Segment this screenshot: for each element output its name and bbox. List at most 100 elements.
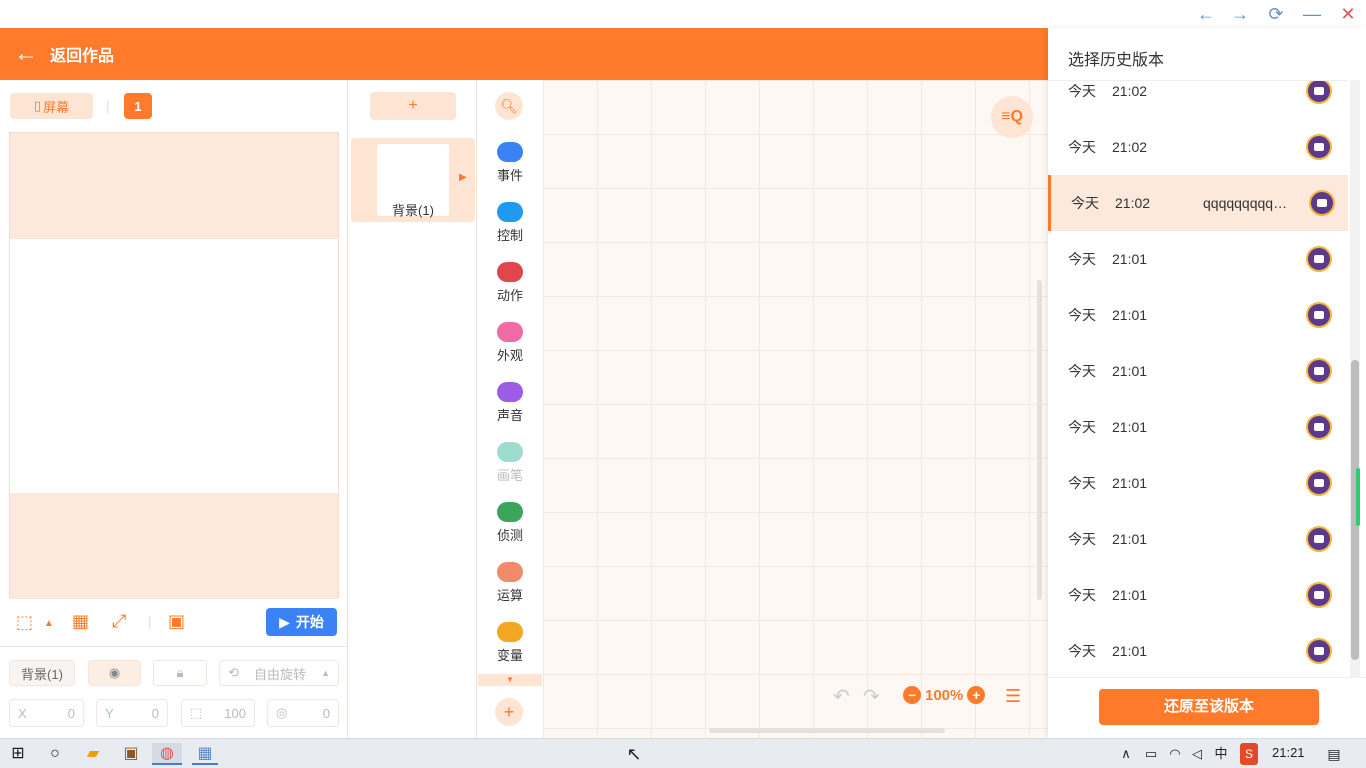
avatar xyxy=(1306,582,1332,608)
scroll-indicator xyxy=(1356,468,1360,526)
history-scrollbar[interactable] xyxy=(1350,80,1360,677)
undo-icon[interactable]: ↶ xyxy=(833,684,850,709)
zoom-controls: − 100% + xyxy=(903,686,986,704)
y-field[interactable]: Y 0 xyxy=(96,699,168,727)
stage-top-band xyxy=(10,133,338,239)
taskbar-clock[interactable]: 21:21 xyxy=(1272,745,1305,760)
avatar xyxy=(1306,414,1332,440)
file-explorer-icon[interactable]: ▰ xyxy=(82,743,104,765)
fullscreen-icon[interactable]: ⤢ xyxy=(112,611,126,631)
history-row[interactable]: 今天 21:01 xyxy=(1048,399,1348,455)
windows-start-icon[interactable]: ⊞ xyxy=(8,743,28,765)
history-date: 今天 xyxy=(1068,419,1096,435)
search-icon[interactable]: 🔍︎ xyxy=(495,92,523,120)
history-row[interactable]: 今天 21:01 xyxy=(1048,287,1348,343)
category-item[interactable]: 运算 xyxy=(478,562,542,604)
category-item[interactable]: 变量 xyxy=(478,622,542,664)
y-value: 0 xyxy=(151,705,159,721)
history-row[interactable]: 今天 21:01 xyxy=(1048,455,1348,511)
ime-indicator[interactable]: 中 xyxy=(1212,743,1230,765)
back-arrow-icon[interactable]: ← xyxy=(1194,4,1218,24)
zoom-in-icon[interactable]: + xyxy=(967,686,986,704)
category-item[interactable]: 事件 xyxy=(478,142,542,184)
battery-icon[interactable]: ▭ xyxy=(1142,743,1160,765)
forward-arrow-icon[interactable]: → xyxy=(1228,4,1252,24)
screen-ratio-icon[interactable]: ⬚ xyxy=(16,612,33,632)
minimize-button[interactable]: — xyxy=(1300,4,1324,24)
caret-up-icon: ▲ xyxy=(321,668,330,678)
history-row[interactable]: 今天 21:01 xyxy=(1048,511,1348,567)
volume-icon[interactable]: ◁ xyxy=(1188,743,1206,765)
divider xyxy=(0,646,348,647)
image-viewer-icon[interactable]: ▦ xyxy=(192,743,218,765)
lock-toggle[interactable]: 🔒︎ xyxy=(153,660,207,686)
avatar xyxy=(1306,638,1332,664)
history-row[interactable]: 今天 21:02 xyxy=(1048,119,1348,175)
sprite-name-field[interactable]: 背景(1) xyxy=(9,660,75,686)
zoom-out-icon[interactable]: − xyxy=(903,686,921,704)
grid-icon[interactable]: ▦ xyxy=(72,611,89,631)
x-value: 0 xyxy=(67,705,75,721)
stage-canvas[interactable] xyxy=(9,132,339,599)
history-date: 今天 xyxy=(1068,643,1096,659)
history-row[interactable]: 今天 21:01 xyxy=(1048,623,1348,677)
caret-up-icon[interactable]: ▲ xyxy=(44,614,54,634)
page-number-badge[interactable]: 1 xyxy=(124,93,152,119)
eye-icon: ◉ xyxy=(108,665,121,680)
history-date: 今天 xyxy=(1068,307,1096,323)
history-time: 21:01 xyxy=(1112,475,1148,491)
history-date: 今天 xyxy=(1068,251,1096,267)
wifi-icon[interactable]: ◠ xyxy=(1166,743,1184,765)
chevron-right-icon[interactable]: ▶ xyxy=(459,172,467,183)
avatar xyxy=(1306,134,1332,160)
screen-tab[interactable]: ▯ 屏幕 xyxy=(10,93,93,119)
avatar xyxy=(1306,358,1332,384)
preview-icon[interactable]: ▣ xyxy=(168,611,185,631)
back-to-works-button[interactable]: ← 返回作品 xyxy=(14,38,114,70)
tray-expand-icon[interactable]: ∧ xyxy=(1118,743,1134,765)
package-icon[interactable]: ▣ xyxy=(120,743,142,765)
category-icon xyxy=(497,442,523,462)
history-time: 21:01 xyxy=(1112,363,1148,379)
history-row[interactable]: 今天 21:01 xyxy=(1048,343,1348,399)
sogou-input-icon[interactable]: S xyxy=(1240,743,1258,765)
restore-version-button[interactable]: 还原至该版本 xyxy=(1099,689,1319,725)
category-item[interactable]: 画笔 xyxy=(478,442,542,484)
add-extension-button[interactable]: + xyxy=(495,698,523,726)
x-field[interactable]: X 0 xyxy=(9,699,84,727)
refresh-icon[interactable]: ⟳ xyxy=(1264,4,1288,24)
avatar xyxy=(1309,190,1335,216)
app-window-icon[interactable]: ◍ xyxy=(152,743,182,765)
align-blocks-icon[interactable]: ☰ xyxy=(1005,686,1021,707)
close-button[interactable]: ✕ xyxy=(1336,4,1360,24)
history-list: 今天 21:02 今天 21:02 今天 21:02 qqqqqqqqq… 今天 21:01 今天… xyxy=(1048,80,1348,677)
rotation-mode-select[interactable]: ⟲ 自由旋转 ▲ xyxy=(219,660,339,686)
category-item[interactable]: 声音 xyxy=(478,382,542,424)
workspace-search-icon[interactable]: ≡Q xyxy=(991,96,1033,138)
history-row[interactable]: 今天 21:01 xyxy=(1048,567,1348,623)
back-label: 返回作品 xyxy=(50,48,115,65)
category-item[interactable]: 动作 xyxy=(478,262,542,304)
category-label: 事件 xyxy=(496,168,523,183)
history-row[interactable]: 今天 21:02 qqqqqqqqq… xyxy=(1048,175,1348,231)
history-row[interactable]: 今天 21:01 xyxy=(1048,231,1348,287)
scroll-down-icon[interactable]: ▼ xyxy=(478,674,542,686)
horizontal-scrollbar[interactable] xyxy=(709,728,945,733)
add-sprite-button[interactable]: + xyxy=(370,92,456,120)
redo-icon[interactable]: ↷ xyxy=(863,684,880,709)
code-workspace[interactable]: ≡Q ↶ ↷ − 100% + ☰ xyxy=(543,80,1048,738)
sprite-card[interactable]: 背景(1) ▶ xyxy=(351,138,475,222)
start-button[interactable]: ▶ 开始 xyxy=(266,608,337,636)
category-item[interactable]: 侦测 xyxy=(478,502,542,544)
category-item[interactable]: 控制 xyxy=(478,202,542,244)
search-icon[interactable]: ○ xyxy=(44,743,66,765)
avatar xyxy=(1306,470,1332,496)
category-item[interactable]: 外观 xyxy=(478,322,542,364)
rotation-field[interactable]: ◎ 0 xyxy=(267,699,339,727)
history-panel: 选择历史版本 今天 21:02 今天 21:02 今天 21:02 qqqqqqqqq… 今天… xyxy=(1048,28,1366,738)
size-field[interactable]: ⬚ 100 xyxy=(181,699,255,727)
history-row[interactable]: 今天 21:02 xyxy=(1048,81,1348,119)
vertical-scrollbar[interactable] xyxy=(1037,280,1042,600)
notifications-icon[interactable]: ▤ xyxy=(1324,743,1344,765)
visibility-toggle[interactable]: ◉ xyxy=(88,660,141,686)
